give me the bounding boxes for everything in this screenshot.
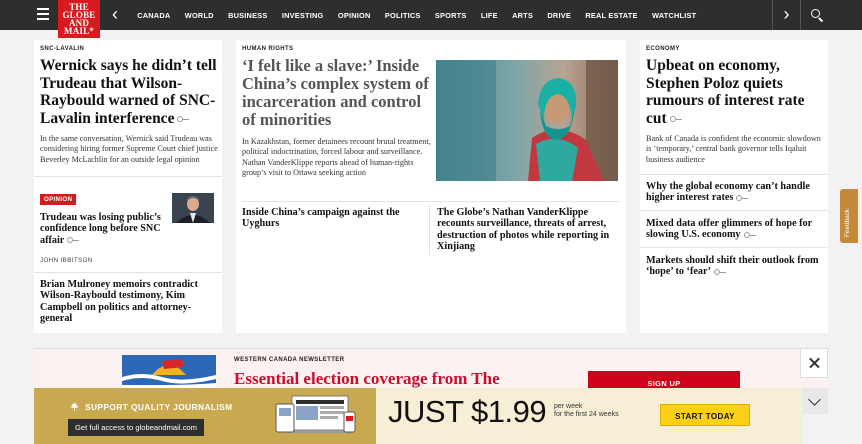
logo-line: MAIL* <box>64 26 94 36</box>
divider <box>640 247 828 248</box>
subscriber-key-icon <box>714 269 727 276</box>
support-text: SUPPORT QUALITY JOURNALISM <box>85 402 233 412</box>
subscriber-key-icon <box>669 115 682 122</box>
right-column: ECONOMY Upbeat on economy, Stephen Poloz… <box>640 40 828 333</box>
more-story-link[interactable]: Mixed data offer glimmers of hope for sl… <box>646 218 822 241</box>
story-headline: Brian Mulroney memoirs contradict Wilson… <box>40 279 198 325</box>
opinion-headline: Trudeau was losing public’s confidence l… <box>40 212 161 246</box>
nav-item-canada[interactable]: CANADA <box>137 11 170 20</box>
feature-image <box>436 60 618 181</box>
subscription-promo: SUPPORT QUALITY JOURNALISM Get full acce… <box>34 388 376 444</box>
nav-item-arts[interactable]: ARTS <box>512 11 533 20</box>
lead-summary: In the same conversation, Wernick said T… <box>40 134 218 164</box>
opinion-headline-link[interactable]: Trudeau was losing public’s confidence l… <box>40 212 168 246</box>
opinion-badge: OPINION <box>40 194 77 205</box>
feature-photo[interactable] <box>436 60 618 181</box>
nav-item-sports[interactable]: SPORTS <box>435 11 467 20</box>
support-headline: SUPPORT QUALITY JOURNALISM <box>70 402 233 412</box>
nav-scroll-left-icon[interactable]: ‹ <box>104 0 126 30</box>
divider <box>34 176 222 177</box>
search-icon[interactable] <box>800 0 830 30</box>
more-story-headline: Mixed data offer glimmers of hope for sl… <box>646 218 812 241</box>
center-column: HUMAN RIGHTS ‘I felt like a slave:’ Insi… <box>236 40 626 333</box>
columnist-headshot <box>172 193 214 223</box>
feature-summary: In Kazakhstan, former detainees recount … <box>242 137 431 178</box>
story-headline-link[interactable]: Brian Mulroney memoirs contradict Wilson… <box>40 279 218 329</box>
nav-item-world[interactable]: WORLD <box>185 11 214 20</box>
nav-scroll-right-icon[interactable]: › <box>772 0 800 30</box>
section-kicker: HUMAN RIGHTS <box>242 46 294 52</box>
start-today-button[interactable]: START TODAY <box>660 404 750 426</box>
subscriber-key-icon <box>736 195 749 202</box>
economy-headline-link[interactable]: Upbeat on economy, Stephen Poloz quiets … <box>646 57 824 127</box>
chevron-down-icon[interactable] <box>802 388 828 414</box>
newsletter-image <box>122 355 216 388</box>
newsletter-title[interactable]: Essential election coverage from The <box>234 369 500 388</box>
section-kicker: SNC-LAVALIN <box>40 46 85 52</box>
more-story-headline: Markets should shift their outlook from … <box>646 255 819 278</box>
price-terms-line: for the first 24 weeks <box>554 411 619 419</box>
devices-image <box>275 395 356 433</box>
feature-headline: ‘I felt like a slave:’ Inside China’s co… <box>242 56 429 129</box>
divider <box>34 272 222 273</box>
nav-item-politics[interactable]: POLITICS <box>385 11 421 20</box>
feedback-tab[interactable]: Feedback <box>840 189 858 243</box>
divider <box>640 210 828 211</box>
nav-item-real-estate[interactable]: REAL ESTATE <box>585 11 637 20</box>
subscriber-key-icon <box>67 237 80 244</box>
newsletter-signup-button[interactable]: SIGN UP <box>588 371 740 388</box>
subscriber-key-icon <box>743 232 756 239</box>
more-story-link[interactable]: Why the global economy can’t handle high… <box>646 181 822 204</box>
nav-item-opinion[interactable]: OPINION <box>338 11 371 20</box>
left-column: SNC-LAVALIN Wernick says he didn’t tell … <box>34 40 222 333</box>
nav-item-business[interactable]: BUSINESS <box>228 11 267 20</box>
feedback-label: Feedback <box>844 208 851 237</box>
bc-flag-graphic <box>122 355 216 388</box>
lead-headline-link[interactable]: Wernick says he didn’t tell Trudeau that… <box>40 57 218 127</box>
top-navigation: THE GLOBE AND MAIL* ‹ CANADA WORLD BUSIN… <box>0 0 862 38</box>
related-story-link[interactable]: The Globe’s Nathan VanderKlippe recounts… <box>437 207 617 253</box>
more-story-link[interactable]: Markets should shift their outlook from … <box>646 255 822 278</box>
divider <box>242 201 620 202</box>
newsletter-kicker: WESTERN CANADA NEWSLETTER <box>234 357 345 363</box>
section-kicker: ECONOMY <box>646 46 680 52</box>
subscription-bar: SUPPORT QUALITY JOURNALISM Get full acce… <box>34 388 828 444</box>
newsletter-banner: WESTERN CANADA NEWSLETTER Essential elec… <box>34 348 828 388</box>
author-byline: JOHN IBBITSON <box>40 257 93 264</box>
price-text: JUST $1.99 <box>388 394 547 429</box>
nav-item-life[interactable]: LIFE <box>481 11 498 20</box>
related-story-headline: The Globe’s Nathan VanderKlippe recounts… <box>437 207 610 253</box>
section-nav: CANADA WORLD BUSINESS INVESTING OPINION … <box>130 0 704 30</box>
price-offer: JUST $1.99 per week for the first 24 wee… <box>376 388 802 444</box>
nav-item-drive[interactable]: DRIVE <box>547 11 571 20</box>
feature-headline-link[interactable]: ‘I felt like a slave:’ Inside China’s co… <box>242 57 432 129</box>
divider <box>640 174 828 175</box>
lead-headline: Wernick says he didn’t tell Trudeau that… <box>40 57 217 127</box>
economy-summary: Bank of Canada is confident the economic… <box>646 134 821 164</box>
price-terms-line: per week <box>554 403 583 410</box>
columnist-photo <box>172 193 214 223</box>
full-access-link[interactable]: Get full access to globeandmail.com <box>68 419 204 436</box>
related-story-link[interactable]: Inside China’s campaign against the Uygh… <box>242 207 424 230</box>
more-story-headline: Why the global economy can’t handle high… <box>646 181 810 204</box>
maple-leaf-icon <box>70 402 79 411</box>
nav-item-watchlist[interactable]: WATCHLIST <box>652 11 696 20</box>
price-terms: per week for the first 24 weeks <box>554 403 619 420</box>
divider <box>429 205 430 255</box>
globe-and-mail-logo[interactable]: THE GLOBE AND MAIL* <box>58 0 100 38</box>
related-story-headline: Inside China’s campaign against the Uygh… <box>242 207 400 230</box>
banner-close-icon[interactable] <box>800 348 828 378</box>
devices-graphic <box>274 394 358 436</box>
hamburger-menu-icon[interactable] <box>37 8 49 22</box>
subscriber-key-icon <box>177 115 190 122</box>
nav-item-investing[interactable]: INVESTING <box>282 11 324 20</box>
